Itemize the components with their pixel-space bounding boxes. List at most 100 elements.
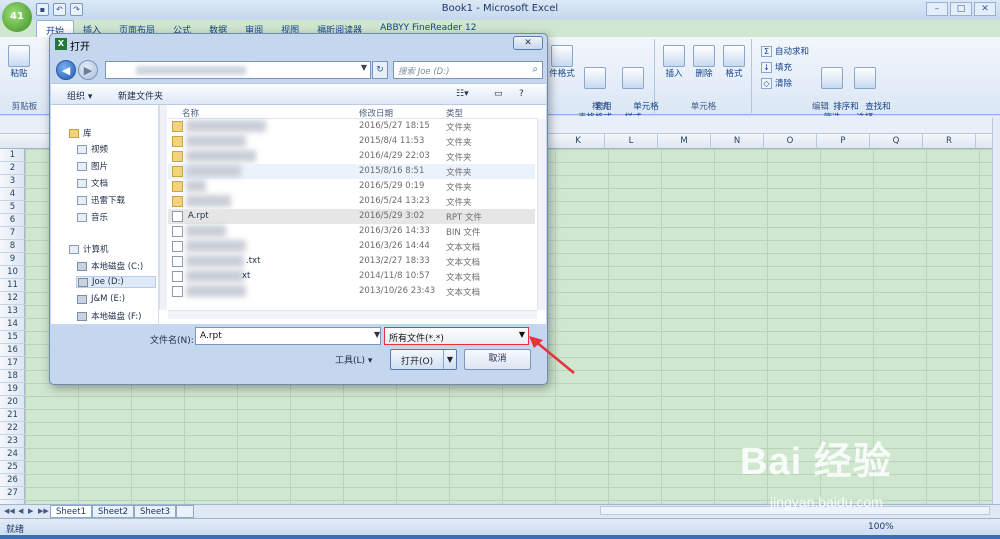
search-input[interactable]: 搜索 Joe (D:) ⌕ — [393, 61, 543, 79]
first-sheet-icon[interactable]: ◀◀ — [4, 507, 15, 515]
row-header[interactable]: 7 — [0, 227, 25, 240]
file-row[interactable]: 2016/5/29 0:19 文件夹 — [168, 179, 535, 194]
format-cells-button[interactable]: 格式 — [720, 45, 748, 80]
file-row[interactable]: 2016/5/27 18:15 文件夹 — [168, 119, 535, 134]
row-header[interactable]: 13 — [0, 305, 25, 318]
next-sheet-icon[interactable]: ▶ — [28, 507, 33, 515]
undo-icon[interactable]: ↶ — [53, 3, 66, 16]
open-options-chevron-icon[interactable]: ▼ — [443, 350, 456, 369]
row-header[interactable]: 18 — [0, 370, 25, 383]
tools-button[interactable]: 工具(L) ▾ — [335, 353, 372, 366]
nav-item-library[interactable]: 库 — [69, 127, 92, 139]
file-row[interactable]: 2015/8/16 8:51 文件夹 — [168, 164, 535, 179]
dialog-close-button[interactable]: ✕ — [513, 36, 543, 50]
address-bar[interactable]: ▼ — [105, 61, 371, 79]
row-header[interactable]: 5 — [0, 201, 25, 214]
prev-sheet-icon[interactable]: ◀ — [18, 507, 23, 515]
maximize-button[interactable]: □ — [950, 2, 972, 16]
row-header[interactable]: 23 — [0, 435, 25, 448]
nav-scrollbar[interactable] — [159, 105, 167, 310]
row-header[interactable]: 14 — [0, 318, 25, 331]
fill-button[interactable]: ↓ 填充 — [761, 61, 792, 73]
column-header[interactable]: P — [817, 134, 870, 149]
close-button[interactable]: ✕ — [974, 2, 996, 16]
file-row[interactable]: 2016/5/24 13:23 文件夹 — [168, 194, 535, 209]
column-header[interactable]: L — [605, 134, 658, 149]
column-header[interactable]: K — [552, 134, 605, 149]
row-header[interactable]: 4 — [0, 188, 25, 201]
row-header[interactable]: 20 — [0, 396, 25, 409]
nav-item-drive-f[interactable]: 本地磁盘 (F:) — [77, 310, 141, 322]
chevron-down-icon[interactable]: ▼ — [374, 330, 380, 339]
row-header[interactable]: 6 — [0, 214, 25, 227]
conditional-format-button[interactable]: 件格式 — [547, 45, 577, 80]
office-button[interactable]: 41 — [2, 2, 32, 32]
nav-item-xunlei[interactable]: 迅雷下载 — [77, 194, 125, 206]
file-row-selected[interactable]: A.rpt 2016/5/29 3:02 RPT 文件 — [168, 209, 535, 224]
row-header[interactable]: 24 — [0, 448, 25, 461]
row-header[interactable]: 26 — [0, 474, 25, 487]
row-header[interactable]: 17 — [0, 357, 25, 370]
row-header[interactable]: 19 — [0, 383, 25, 396]
insert-sheet-button[interactable] — [176, 505, 194, 518]
column-type-header[interactable]: 类型 — [446, 107, 463, 119]
nav-item-drive-d[interactable]: Joe (D:) — [76, 276, 156, 288]
row-header[interactable]: 1 — [0, 149, 25, 162]
row-header[interactable]: 16 — [0, 344, 25, 357]
row-header[interactable]: 25 — [0, 461, 25, 474]
paste-button[interactable]: 粘贴 — [6, 45, 32, 80]
row-header[interactable]: 3 — [0, 175, 25, 188]
insert-cells-button[interactable]: 插入 — [660, 45, 688, 80]
nav-item-drive-c[interactable]: 本地磁盘 (C:) — [77, 260, 143, 272]
help-icon[interactable]: ? — [519, 89, 524, 99]
sheet-tab[interactable]: Sheet1 — [50, 505, 92, 518]
sheet-tab[interactable]: Sheet2 — [92, 505, 134, 518]
autosum-button[interactable]: Σ 自动求和 — [761, 45, 809, 57]
column-header[interactable]: M — [658, 134, 711, 149]
clear-button[interactable]: ◇ 清除 — [761, 77, 792, 89]
file-list-vertical-scrollbar[interactable] — [537, 119, 546, 310]
redo-icon[interactable]: ↷ — [70, 3, 83, 16]
open-button[interactable]: 打开(O) ▼ — [390, 349, 457, 370]
column-header[interactable]: O — [764, 134, 817, 149]
nav-item-music[interactable]: 音乐 — [77, 211, 108, 223]
file-row[interactable]: xt 2014/11/8 10:57 文本文档 — [168, 269, 535, 284]
row-header[interactable]: 12 — [0, 292, 25, 305]
search-icon[interactable]: ⌕ — [532, 64, 538, 75]
row-header[interactable]: 2 — [0, 162, 25, 175]
row-header[interactable]: 10 — [0, 266, 25, 279]
file-row[interactable]: 2016/3/26 14:33 BIN 文件 — [168, 224, 535, 239]
nav-item-drive-e[interactable]: J&M (E:) — [77, 294, 125, 304]
chevron-down-icon[interactable]: ▼ — [519, 330, 525, 339]
row-header[interactable]: 22 — [0, 422, 25, 435]
column-header[interactable]: N — [711, 134, 764, 149]
file-list-horizontal-scrollbar[interactable] — [168, 310, 537, 319]
minimize-button[interactable]: – — [926, 2, 948, 16]
nav-item-pictures[interactable]: 图片 — [77, 160, 108, 172]
delete-cells-button[interactable]: 删除 — [690, 45, 718, 80]
row-header[interactable]: 27 — [0, 487, 25, 500]
row-header[interactable]: 21 — [0, 409, 25, 422]
refresh-button[interactable]: ↻ — [372, 61, 388, 79]
file-row[interactable]: .txt 2013/2/27 18:33 文本文档 — [168, 254, 535, 269]
save-icon[interactable]: ▪ — [36, 3, 49, 16]
organize-button[interactable]: 组织 ▾ — [67, 89, 92, 102]
cancel-button[interactable]: 取消 — [464, 349, 531, 370]
row-header[interactable]: 11 — [0, 279, 25, 292]
vertical-scrollbar[interactable] — [992, 118, 1000, 504]
last-sheet-icon[interactable]: ▶▶ — [38, 507, 49, 515]
row-header[interactable]: 8 — [0, 240, 25, 253]
zoom-level[interactable]: 100% — [868, 522, 894, 532]
preview-pane-icon[interactable]: ▭ — [494, 89, 503, 99]
new-folder-button[interactable]: 新建文件夹 — [118, 89, 163, 102]
nav-item-documents[interactable]: 文档 — [77, 177, 108, 189]
column-name-header[interactable]: 名称 — [182, 107, 199, 119]
filetype-select[interactable]: 所有文件(*.*) ▼ — [384, 327, 529, 345]
file-row[interactable]: 2015/8/4 11:53 文件夹 — [168, 134, 535, 149]
file-row[interactable]: 2016/4/29 22:03 文件夹 — [168, 149, 535, 164]
row-header[interactable]: 9 — [0, 253, 25, 266]
filename-input[interactable]: A.rpt — [195, 327, 381, 345]
forward-button[interactable]: ▶ — [78, 60, 98, 80]
nav-item-computer[interactable]: 计算机 — [69, 243, 109, 255]
back-button[interactable]: ◀ — [56, 60, 76, 80]
